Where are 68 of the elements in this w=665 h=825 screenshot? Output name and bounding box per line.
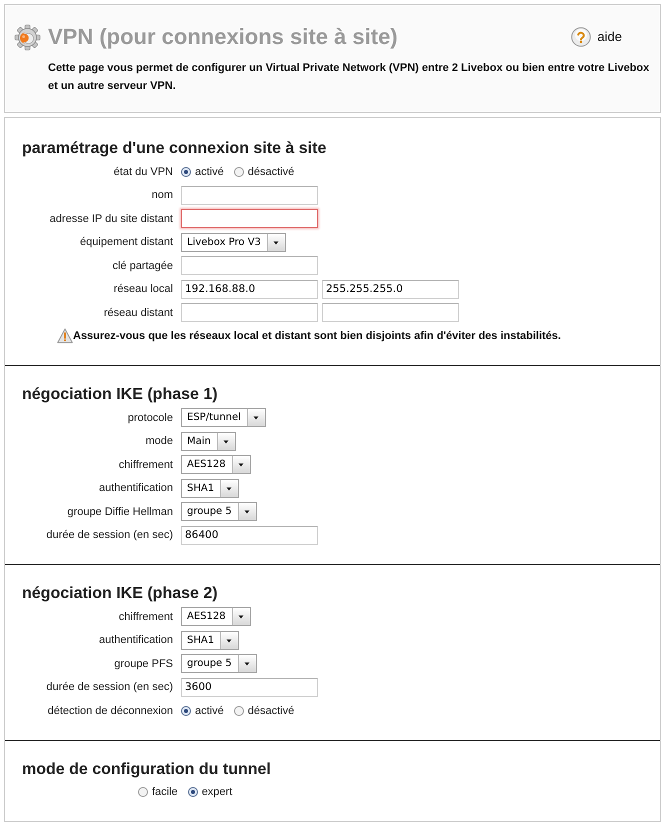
dropdown[interactable]: AES128 [181, 455, 251, 474]
caret-icon [246, 409, 265, 426]
caret-icon [238, 655, 256, 672]
help-icon [571, 27, 592, 47]
radio-label[interactable]: activé [195, 164, 224, 180]
page-description: Cette page vous permet de configurer un Virtual Private Network (VPN) entre 2 Livebox ou bien entre votre Livebox et un autre serveur VPN. [48, 61, 650, 94]
field-label: nom [150, 188, 173, 203]
text-field[interactable] [181, 256, 318, 276]
section-title: mode de configuration du tunnel [21, 760, 272, 780]
gear-icon [14, 24, 41, 50]
radio-button[interactable] [188, 787, 198, 798]
section-title: négociation IKE (phase 1) [21, 385, 219, 405]
caret-icon [220, 632, 238, 649]
dropdown[interactable]: SHA1 [181, 630, 240, 650]
field-label: authentification [98, 633, 173, 648]
field-label: chiffrement [118, 610, 173, 624]
help-link[interactable]: aide [571, 27, 622, 47]
field-label: authentification [98, 481, 173, 496]
section-title: paramétrage d'une connexion site à site [21, 139, 328, 159]
field-label: adresse IP du site distant [48, 212, 173, 226]
text-field[interactable] [322, 303, 459, 322]
text-field[interactable] [181, 303, 318, 322]
field-label: état du VPN [112, 164, 173, 180]
radio-button[interactable] [234, 706, 244, 716]
dropdown[interactable]: groupe 5 [181, 502, 257, 522]
text-field[interactable]: 255.255.255.0 [322, 280, 459, 299]
radio-button[interactable] [181, 166, 191, 177]
section-title: négociation IKE (phase 2) [21, 584, 219, 604]
dropdown[interactable]: AES128 [181, 607, 251, 626]
text-field[interactable]: 86400 [181, 526, 318, 545]
page-title: VPN (pour connexions site à site) [48, 23, 398, 51]
text-field[interactable]: 192.168.88.0 [181, 280, 318, 299]
text-field[interactable] [181, 186, 318, 205]
warning-icon [57, 328, 73, 344]
dropdown[interactable]: ESP/tunnel [181, 408, 266, 428]
radio-button[interactable] [234, 166, 244, 177]
caret-icon [266, 234, 285, 251]
radio-button[interactable] [138, 787, 148, 798]
dropdown[interactable]: SHA1 [181, 478, 240, 498]
field-label: groupe Diffie Hellman [66, 504, 173, 520]
text-field[interactable]: 3600 [181, 678, 318, 697]
field-label: mode [144, 434, 173, 449]
caret-icon [216, 432, 235, 450]
text-field[interactable] [181, 209, 318, 228]
field-label: réseau local [112, 282, 173, 297]
field-label: clé partagée [111, 258, 173, 274]
radio-button[interactable] [181, 706, 191, 716]
field-label: durée de session (en sec) [45, 680, 173, 695]
field-label: durée de session (en sec) [45, 528, 173, 543]
caret-icon [238, 503, 256, 520]
field-label: groupe PFS [113, 656, 173, 672]
radio-label[interactable]: activé [195, 702, 224, 719]
field-label: chiffrement [118, 458, 173, 472]
radio-label[interactable]: désactivé [248, 702, 294, 719]
radio-label[interactable]: désactivé [248, 164, 294, 180]
dropdown[interactable]: groupe 5 [181, 654, 257, 674]
field-label: équipement distant [79, 235, 173, 250]
dropdown[interactable]: Livebox Pro V3 [181, 232, 286, 252]
field-label: réseau distant [102, 306, 173, 320]
field-label: détection de déconnexion [46, 704, 173, 718]
caret-icon [232, 456, 250, 474]
caret-icon [220, 480, 238, 497]
dropdown[interactable]: Main [181, 432, 236, 451]
radio-label[interactable]: expert [202, 784, 232, 800]
caret-icon [232, 608, 250, 626]
field-label: protocole [126, 410, 173, 426]
radio-label[interactable]: facile [152, 784, 178, 800]
warning-text: Assurez-vous que les réseaux local et distant sont bien disjoints afin d'éviter des instabilités. [73, 328, 561, 344]
